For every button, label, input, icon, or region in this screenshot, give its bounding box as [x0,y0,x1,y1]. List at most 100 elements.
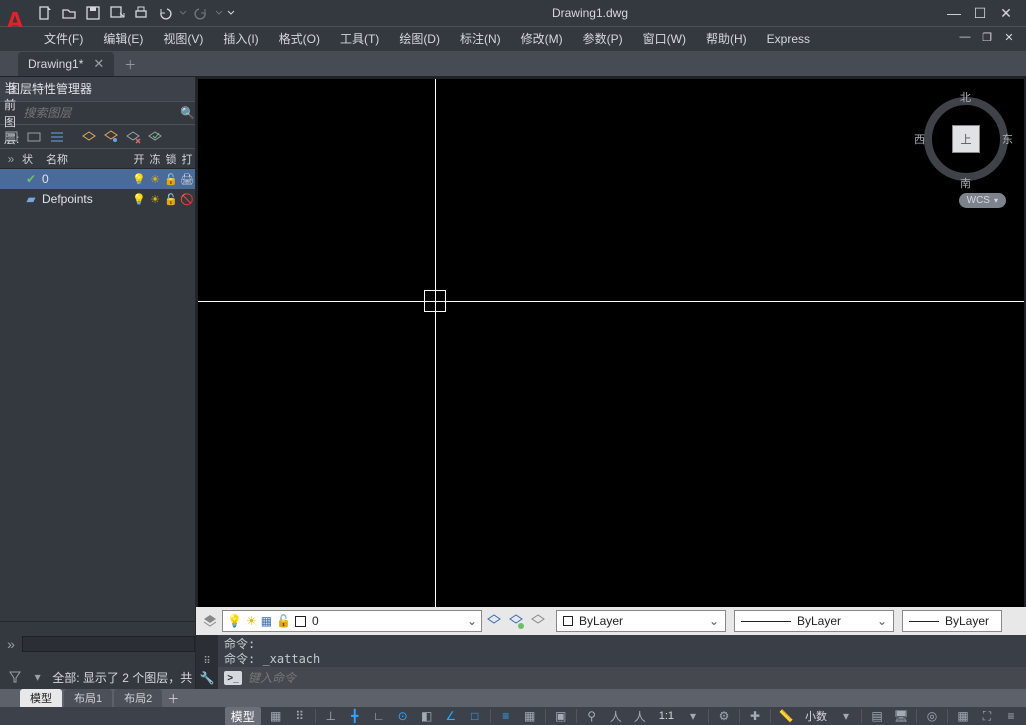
scale-dropdown-icon[interactable]: ▾ [684,707,702,725]
new-layer-icon[interactable] [80,128,98,146]
lineweight-display-icon[interactable]: ≡ [497,707,515,725]
annotation-scale-icon[interactable]: ⚲ [583,707,601,725]
clean-screen-icon[interactable]: ⛶ [978,707,996,725]
layer-lock-icon[interactable]: 🔓 [163,193,179,206]
layer-previous-icon[interactable] [484,611,504,631]
quick-properties-icon[interactable]: ▤ [868,707,886,725]
object-snap-tracking-icon[interactable]: ∠ [442,707,460,725]
delete-layer-icon[interactable] [124,128,142,146]
workspace-switching-icon[interactable]: ⚙ [715,707,733,725]
layer-row[interactable]: ✔ 0 💡 ☀ 🔓 🖨 [0,169,195,189]
layer-dropdown-icon[interactable] [200,611,220,631]
menu-file[interactable]: 文件(F) [34,27,93,51]
command-grip-icon[interactable]: ⠿ [203,656,210,667]
mdi-minimize-icon[interactable]: — [956,29,974,45]
units-dropdown-icon[interactable]: ▾ [837,707,855,725]
transparency-icon[interactable]: ▦ [521,707,539,725]
layer-on-icon[interactable]: 💡 [131,193,147,206]
col-status[interactable]: 状 [22,151,44,167]
wcs-badge[interactable]: WCS▾ [959,193,1006,208]
horizontal-scrollbar[interactable] [22,636,195,652]
annotation-visibility-icon[interactable]: 人 [607,707,625,725]
collapse-icon[interactable]: » [0,636,22,652]
qat-dropdown-icon[interactable] [226,2,236,24]
layer-row[interactable]: ▰ Defpoints 💡 ☀ 🔓 🚫 [0,189,195,209]
annotation-monitor-icon[interactable]: ✚ [746,707,764,725]
tab-close-icon[interactable]: ✕ [93,56,104,72]
isolate-objects-icon[interactable]: ◎ [923,707,941,725]
menu-edit[interactable]: 编辑(E) [93,27,153,51]
model-space-button[interactable]: 模型 [225,707,261,725]
menu-express[interactable]: Express [757,27,820,51]
compass-north[interactable]: 北 [960,89,971,105]
minimize-icon[interactable]: — [944,3,964,23]
object-snap-icon[interactable]: □ [466,707,484,725]
view-cube[interactable]: 上 北 南 西 东 [914,87,1014,187]
grid-icon[interactable]: ▦ [267,707,285,725]
col-freeze[interactable]: 冻 [147,151,163,167]
units-icon[interactable]: 📏 [777,707,795,725]
menu-tools[interactable]: 工具(T) [330,27,389,51]
lineweight-dropdown[interactable]: ByLayer [902,610,1002,632]
maximize-icon[interactable]: ☐ [970,3,990,23]
hardware-acceleration-icon[interactable]: ▦ [954,707,972,725]
mdi-close-icon[interactable]: ✕ [1000,29,1018,45]
menu-dimension[interactable]: 标注(N) [450,27,511,51]
redo-dropdown-icon[interactable] [214,2,224,24]
layout-tab-model[interactable]: 模型 [20,689,62,707]
units-label[interactable]: 小数 [801,708,831,724]
color-dropdown[interactable]: ByLayer ⌄ [556,610,726,632]
polar-tracking-icon[interactable]: ⊙ [394,707,412,725]
redo-icon[interactable] [190,2,212,24]
new-tab-icon[interactable]: ＋ [118,52,142,76]
menu-draw[interactable]: 绘图(D) [389,27,450,51]
layout-tab-2[interactable]: 布局2 [114,689,162,707]
menu-help[interactable]: 帮助(H) [696,27,757,51]
undo-icon[interactable] [154,2,176,24]
scale-label[interactable]: 1:1 [655,710,678,722]
infer-constraints-icon[interactable]: ⊥ [322,707,340,725]
linetype-dropdown[interactable]: ByLayer ⌄ [734,610,894,632]
expand-icon[interactable]: » [0,152,22,166]
compass-west[interactable]: 西 [914,131,925,147]
new-layer-vp-icon[interactable] [102,128,120,146]
col-on[interactable]: 开 [131,151,147,167]
layout-add-icon[interactable]: ＋ [164,690,182,707]
layer-states-icon[interactable] [48,128,66,146]
col-plot[interactable]: 打 [179,151,195,167]
auto-scale-icon[interactable]: 人 [631,707,649,725]
menu-window[interactable]: 窗口(W) [633,27,696,51]
search-icon[interactable]: 🔍 [180,106,195,120]
compass-east[interactable]: 东 [1002,131,1013,147]
saveas-icon[interactable] [106,2,128,24]
layer-on-icon[interactable]: 💡 [131,173,147,186]
command-settings-icon[interactable]: 🔧 [200,671,215,685]
command-history[interactable]: 命令: 命令: _xattach [218,635,1026,667]
layer-freeze-icon[interactable]: ☀ [147,193,163,206]
layer-freeze-icon[interactable]: ☀ [147,173,163,186]
dynamic-input-icon[interactable]: ╋ [346,707,364,725]
col-name[interactable]: 名称 [44,151,131,167]
layer-dropdown[interactable]: 💡 ☀ ▦ 🔓 0 ⌄ [222,610,482,632]
col-lock[interactable]: 锁 [163,151,179,167]
compass-south[interactable]: 南 [960,175,971,191]
selection-cycling-icon[interactable]: ▣ [552,707,570,725]
menu-insert[interactable]: 插入(I) [213,27,268,51]
set-current-icon[interactable] [146,128,164,146]
menu-view[interactable]: 视图(V) [153,27,213,51]
layout-tab-1[interactable]: 布局1 [64,689,112,707]
layer-lock-icon[interactable]: 🔓 [163,173,179,186]
isometric-icon[interactable]: ◧ [418,707,436,725]
search-layer-input[interactable] [19,103,180,123]
layer-plot-icon[interactable]: 🖨 [179,173,195,186]
ortho-icon[interactable]: ∟ [370,707,388,725]
menu-format[interactable]: 格式(O) [269,27,330,51]
layer-match-icon[interactable] [506,611,526,631]
menu-parametric[interactable]: 参数(P) [573,27,633,51]
command-prompt-icon[interactable]: >_ [224,671,242,685]
viewcube-top-face[interactable]: 上 [952,125,980,153]
menu-modify[interactable]: 修改(M) [511,27,573,51]
layer-isolate-icon[interactable] [528,611,548,631]
mdi-restore-icon[interactable]: ❐ [978,29,996,45]
new-property-filter-icon[interactable] [4,128,22,146]
